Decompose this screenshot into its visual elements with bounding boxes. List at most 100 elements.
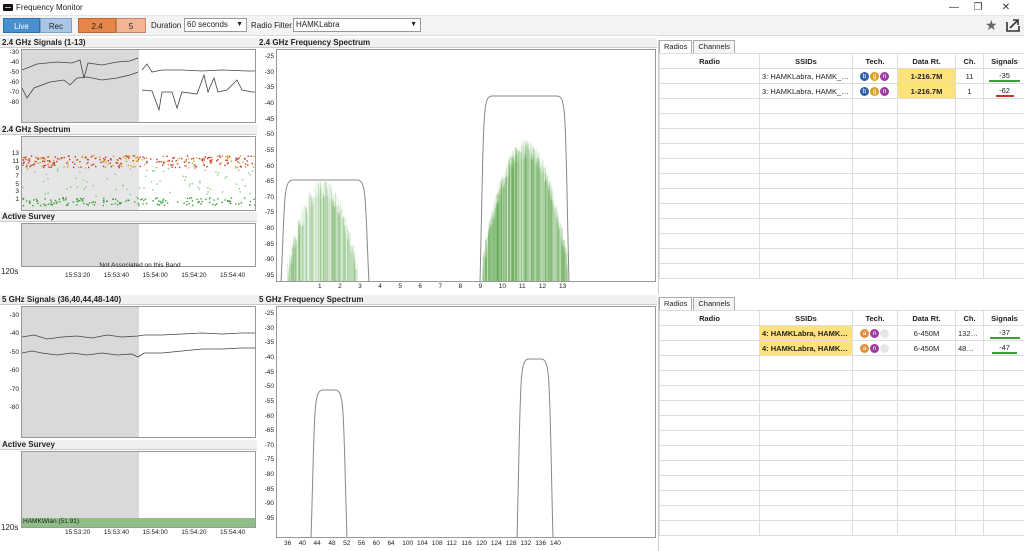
- export-icon[interactable]: [1006, 18, 1020, 32]
- channel-cell: 132@40: [955, 325, 984, 341]
- waterfall-dot: [214, 204, 217, 206]
- waterfall-dot: [54, 156, 57, 158]
- waterfall-dot: [235, 159, 237, 161]
- waterfall-dot: [200, 198, 202, 200]
- signal-bar: [995, 94, 1014, 97]
- x-tick-label: 11: [518, 283, 526, 290]
- waterfall-dot: [44, 158, 46, 160]
- waterfall-dot: [237, 161, 239, 163]
- column-header[interactable]: Data Rt.: [897, 53, 956, 69]
- spectrum-density-line: [287, 269, 289, 281]
- waterfall-dot: [55, 160, 58, 163]
- column-header[interactable]: Signals: [983, 310, 1024, 326]
- table-row[interactable]: 3: HAMKLabra, HAMK_L... b g n 1-216.7M 1 -62: [659, 83, 1024, 99]
- column-header[interactable]: Tech.: [852, 310, 898, 326]
- tab-channels-24[interactable]: Channels: [693, 40, 736, 53]
- waterfall-dot: [112, 155, 115, 157]
- tab-radios-24[interactable]: Radios: [659, 40, 693, 53]
- column-header[interactable]: Ch.: [955, 310, 984, 326]
- table-row[interactable]: 4: HAMKLabra, HAMK_... a n 6-450M 48@40 -47: [659, 340, 1024, 356]
- waterfall-dot: [69, 158, 71, 161]
- waterfall-dot: [237, 158, 239, 160]
- waterfall-dot: [199, 180, 201, 182]
- column-header[interactable]: SSIDs: [759, 310, 853, 326]
- spectrum-density-line: [517, 150, 519, 281]
- waterfall-dot: [107, 160, 109, 162]
- y-tick-label: -45: [264, 115, 274, 123]
- waterfall-dot: [188, 162, 190, 164]
- waterfall-dot: [88, 202, 91, 204]
- waterfall-dot: [202, 163, 205, 165]
- waterfall-dot: [191, 200, 194, 202]
- tab-channels-5[interactable]: Channels: [693, 297, 736, 310]
- freq-5-title: 5 GHz Frequency Spectrum: [257, 295, 657, 305]
- x-tick-label: 15:54:00: [142, 529, 168, 536]
- minimize-button[interactable]: —: [944, 1, 964, 14]
- table-row[interactable]: 3: HAMKLabra, HAMK_L... b g n 1-216.7M 11 -35: [659, 68, 1024, 84]
- waterfall-dot: [238, 157, 240, 159]
- waterfall-dot: [201, 200, 203, 203]
- waterfall-dot: [82, 179, 85, 181]
- x-tick-label: 15:53:40: [103, 529, 130, 536]
- waterfall-dot: [249, 200, 251, 203]
- column-header[interactable]: Signals: [983, 53, 1024, 69]
- waterfall-dot: [129, 168, 132, 170]
- waterfall-dot: [143, 187, 145, 189]
- waterfall-dot: [162, 170, 165, 173]
- waterfall-dot: [145, 202, 148, 205]
- close-button[interactable]: ✕: [996, 1, 1016, 14]
- waterfall-dot: [252, 170, 254, 172]
- live-button[interactable]: Live: [3, 18, 40, 33]
- column-header[interactable]: Tech.: [852, 53, 898, 69]
- spectrum-density-line: [325, 189, 327, 281]
- waterfall-dot: [23, 157, 26, 159]
- waterfall-dot: [127, 164, 129, 167]
- spectrum-density-line: [526, 149, 528, 281]
- waterfall-dot: [194, 168, 196, 170]
- column-header[interactable]: Ch.: [955, 53, 984, 69]
- waterfall-dot: [102, 204, 104, 207]
- column-header[interactable]: Data Rt.: [897, 310, 956, 326]
- waterfall-dot: [134, 201, 136, 203]
- waterfall-dot: [30, 155, 33, 157]
- column-header[interactable]: Radio: [659, 310, 760, 326]
- band-5-button[interactable]: 5: [116, 18, 146, 33]
- signals-5-title: 5 GHz Signals (36,40,44,48-140): [0, 295, 257, 305]
- spectrum-density-line: [299, 224, 301, 281]
- duration-label: Duration: [151, 21, 182, 30]
- tab-radios-5[interactable]: Radios: [659, 297, 693, 310]
- waterfall-dot: [142, 156, 144, 158]
- waterfall-dot: [190, 197, 193, 199]
- column-header[interactable]: Radio: [659, 53, 760, 69]
- waterfall-dot: [132, 160, 134, 162]
- waterfall-dot: [134, 155, 136, 157]
- waterfall-dot: [125, 155, 128, 157]
- waterfall-dot: [230, 160, 232, 162]
- waterfall-dot: [22, 156, 24, 159]
- waterfall-dot: [178, 166, 181, 169]
- spectrum-density-line: [508, 157, 510, 281]
- table-row[interactable]: 4: HAMKLabra, HAMK_...an6-450M132@40-37: [659, 325, 1024, 341]
- star-icon[interactable]: ★: [985, 17, 998, 34]
- x-tick-label: 48: [328, 540, 336, 547]
- spectrum-density-line: [352, 251, 354, 281]
- waterfall-dot: [160, 161, 162, 163]
- radio-filter-select[interactable]: HAMKLabra ▼: [293, 18, 421, 32]
- waterfall-dot: [104, 159, 106, 161]
- spectrum-density-line: [538, 169, 540, 281]
- radios-24-panel: Radios Channels Radio SSIDs Tech. Data Rt. Ch…: [658, 40, 1024, 294]
- waterfall-dot: [168, 160, 170, 162]
- y-tick-label: -40: [264, 353, 274, 361]
- x-tick-label: 15:53:20: [65, 529, 91, 536]
- waterfall-dot: [92, 201, 95, 203]
- maximize-button[interactable]: ❐: [968, 1, 988, 14]
- rec-button[interactable]: Rec: [40, 18, 72, 33]
- empty-row: [659, 475, 1024, 491]
- waterfall-dot: [82, 200, 84, 202]
- y-tick-label: -90: [264, 256, 274, 264]
- band-24-button[interactable]: 2.4: [78, 18, 116, 33]
- waterfall-dot: [58, 158, 61, 160]
- column-header[interactable]: SSIDs: [759, 53, 853, 69]
- duration-select[interactable]: 60 seconds ▼: [184, 18, 247, 32]
- waterfall-dot: [28, 160, 31, 162]
